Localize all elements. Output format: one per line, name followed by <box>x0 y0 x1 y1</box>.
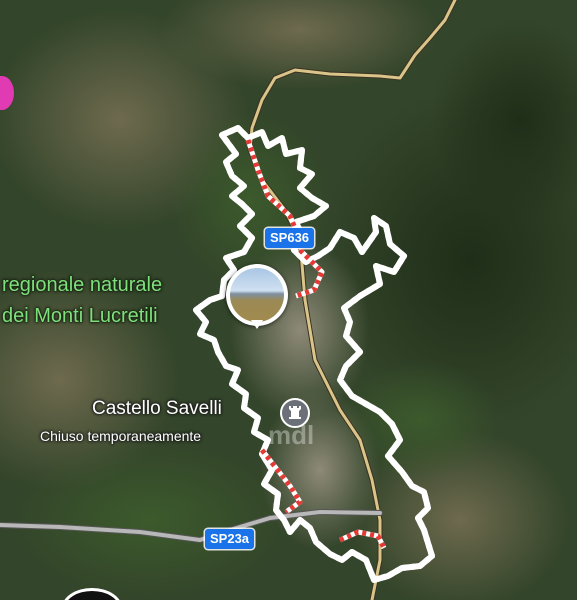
park-label-line1[interactable]: regionale naturale <box>2 273 162 298</box>
road-shield-sp23a[interactable]: SP23a <box>205 529 255 549</box>
park-label-line2[interactable]: dei Monti Lucretili <box>2 304 158 329</box>
poi-name[interactable]: Castello Savelli <box>92 398 222 420</box>
photo-thumbnail <box>230 268 284 322</box>
road-shield-sp636[interactable]: SP636 <box>265 228 315 248</box>
pin-tail <box>251 320 263 329</box>
watermark-text: mdl <box>268 420 315 450</box>
satellite-map[interactable]: SP636 SP23a regionale naturale dei Monti… <box>0 0 577 600</box>
poi-status: Chiuso temporaneamente <box>40 428 202 444</box>
photo-pin-icon[interactable] <box>226 264 288 329</box>
map-canvas[interactable] <box>0 0 577 600</box>
